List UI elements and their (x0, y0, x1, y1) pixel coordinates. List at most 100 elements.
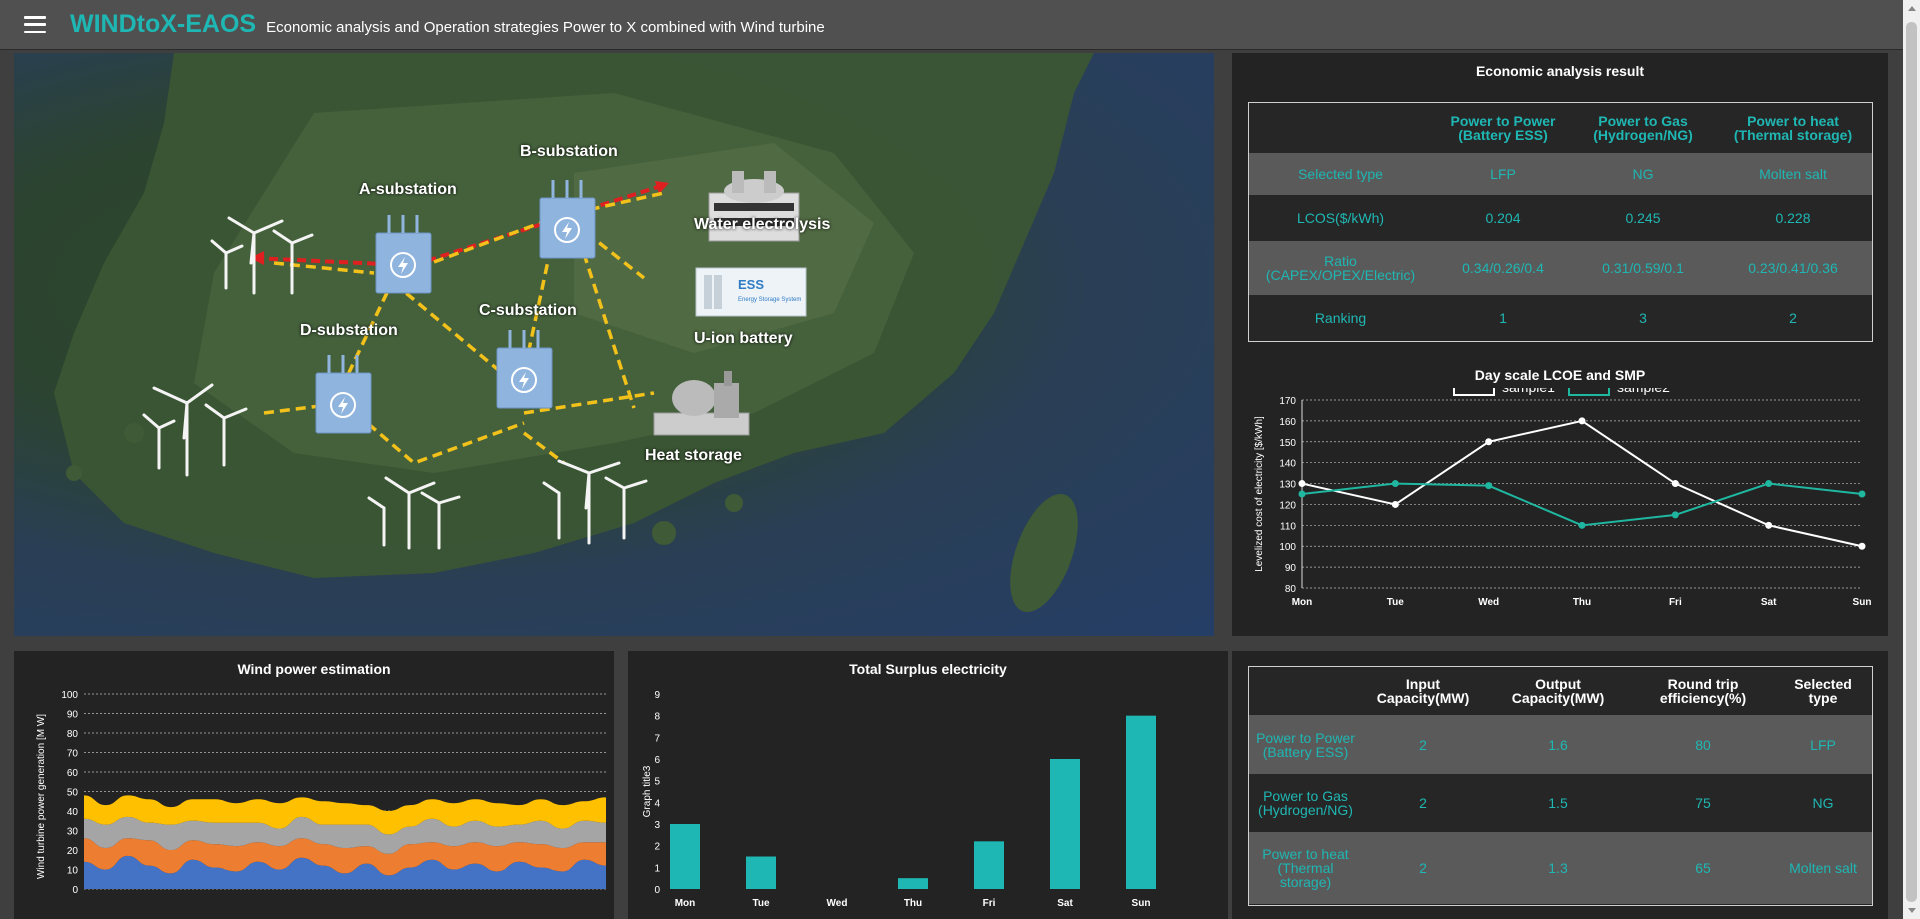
econ-table-border (1248, 102, 1873, 342)
x-tick-label: Sun (1132, 898, 1151, 909)
heat-storage-label: Heat storage (645, 447, 742, 464)
data-point (1485, 438, 1493, 446)
bar (746, 856, 776, 889)
economic-analysis-panel: Economic analysis result Power to Power(… (1232, 53, 1888, 636)
y-tick-label: 70 (67, 749, 79, 760)
y-tick-label: 0 (72, 885, 78, 896)
data-point (1765, 521, 1773, 529)
legend-swatch (1453, 388, 1495, 396)
x-tick-label: Mon (1292, 597, 1313, 608)
menu-icon[interactable] (24, 16, 46, 33)
map-panel[interactable]: ESS Energy Storage System A-substation B… (14, 53, 1214, 636)
data-point (1391, 480, 1399, 488)
y-tick-label: 130 (1279, 480, 1296, 491)
x-tick-label: Thu (1573, 597, 1591, 608)
y-tick-label: 90 (67, 710, 79, 721)
y-tick-label: 100 (61, 690, 78, 701)
y-tick-label: 80 (1285, 584, 1297, 595)
y-tick-label: 100 (1279, 542, 1296, 553)
y-tick-label: 170 (1279, 396, 1296, 407)
data-point (1765, 480, 1773, 488)
d-substation-label: D-substation (300, 322, 398, 339)
app-title: WINDtoX-EAOS (70, 10, 257, 38)
area-chart-title: Wind power estimation (237, 661, 391, 677)
y-tick-label: 40 (67, 807, 79, 818)
x-tick-label: Sat (1057, 898, 1073, 909)
bar (974, 841, 1004, 889)
y-axis-label: Graph title3 (642, 765, 653, 817)
scroll-up-icon[interactable] (1908, 6, 1916, 11)
legend-label: sample2 (1617, 388, 1670, 395)
x-tick-label: Tue (1387, 597, 1404, 608)
bar (670, 824, 700, 889)
x-tick-label: Sat (1761, 597, 1777, 608)
capacity-table-border (1248, 666, 1873, 906)
scrollbar-thumb[interactable] (1906, 22, 1917, 902)
y-tick-label: 6 (654, 755, 660, 766)
data-point (1578, 417, 1586, 425)
y-tick-label: 9 (654, 690, 660, 701)
top-bar: WINDtoX-EAOS Economic analysis and Opera… (0, 0, 1920, 50)
y-tick-label: 120 (1279, 500, 1296, 511)
legend-swatch (1568, 388, 1610, 396)
y-tick-label: 140 (1279, 459, 1296, 470)
map-graphic: ESS Energy Storage System (54, 53, 1094, 613)
y-tick-label: 160 (1279, 417, 1296, 428)
water-electrolysis-label: Water electrolysis (694, 216, 831, 233)
data-point (1671, 511, 1679, 519)
data-point (1671, 480, 1679, 488)
scrollbar[interactable] (1903, 0, 1920, 919)
y-tick-label: 150 (1279, 438, 1296, 449)
y-tick-label: 0 (654, 885, 660, 896)
x-tick-label: Thu (904, 898, 922, 909)
app-subtitle: Economic analysis and Operation strategi… (266, 19, 825, 36)
bar (1050, 759, 1080, 889)
y-tick-label: 110 (1280, 521, 1296, 532)
battery-container-icon: ESS Energy Storage System (695, 267, 807, 317)
y-tick-label: 80 (67, 729, 79, 740)
y-axis-label: Wind turbine power generation [M W] (36, 714, 47, 879)
a-substation-label: A-substation (359, 181, 457, 198)
x-tick-label: Fri (983, 898, 996, 909)
y-tick-label: 50 (67, 788, 79, 799)
data-point (1298, 480, 1306, 488)
y-tick-label: 8 (654, 712, 660, 723)
x-tick-label: Mon (675, 898, 696, 909)
y-tick-label: 90 (1285, 563, 1297, 574)
y-tick-label: 30 (67, 827, 79, 838)
legend-label: sample1 (1502, 388, 1555, 395)
battery-label: U-ion battery (694, 330, 793, 347)
wind-power-panel: Wind power estimation 0 10 20 30 40 50 60 70 80 9… (14, 651, 614, 919)
y-axis-label: Levelized cost of electricity [$/kWh] (1254, 416, 1265, 572)
x-tick-label: Tue (752, 898, 769, 909)
y-tick-label: 2 (654, 842, 660, 853)
data-point (1858, 490, 1866, 498)
x-tick-label: Wed (1478, 597, 1499, 608)
x-tick-label: Sun (1853, 597, 1872, 608)
data-point (1578, 521, 1586, 529)
capacity-panel: Input Capacity(MW) Output Capacity(MW) Rou… (1232, 651, 1888, 919)
area-chart: 0 10 20 30 40 50 60 70 80 90 100 Wind turbine power… (36, 690, 606, 896)
y-tick-label: 4 (654, 798, 660, 809)
line-chart-title: Day scale LCOE and SMP (1474, 367, 1646, 383)
y-tick-label: 20 (67, 846, 79, 857)
ess-label: ESS (738, 277, 764, 292)
data-point (1298, 490, 1306, 498)
data-point (1485, 482, 1493, 490)
bar (898, 878, 928, 889)
x-tick-label: Fri (1669, 597, 1682, 608)
x-tick-label: Wed (827, 898, 848, 909)
b-substation-label: B-substation (520, 143, 618, 160)
y-tick-label: 5 (654, 777, 660, 788)
bar (1126, 715, 1156, 889)
bar-chart-title: Total Surplus electricity (849, 661, 1007, 677)
surplus-panel: Total Surplus electricity 0 1 2 3 4 5 6 7 8 9 Grap… (628, 651, 1228, 919)
bar-chart: 0 1 2 3 4 5 6 7 8 9 Graph title3 Mon Tue Wed Thu Fri Sat… (642, 690, 1156, 909)
y-tick-label: 3 (654, 820, 660, 831)
y-tick-label: 1 (654, 863, 660, 874)
econ-table-title: Economic analysis result (1475, 63, 1645, 79)
data-point (1391, 500, 1399, 508)
y-tick-label: 60 (67, 768, 79, 779)
line-chart: sample1 sample2 80 90 100 110 120 130 140 150 160 1… (1254, 388, 1872, 608)
scroll-down-icon[interactable] (1908, 908, 1916, 913)
